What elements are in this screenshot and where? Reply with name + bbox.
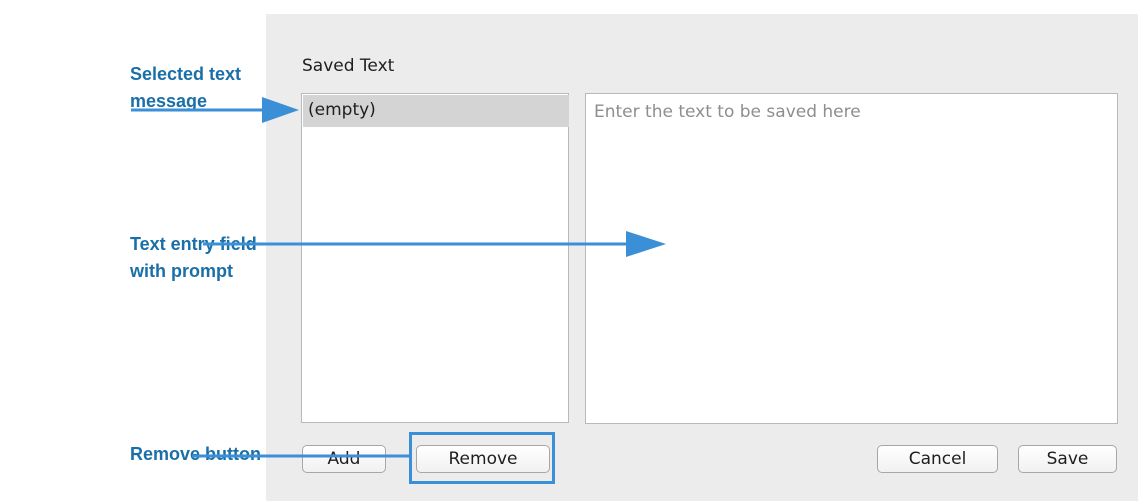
callout-remove-button: Remove button [130, 441, 261, 468]
callout-text-entry: Text entry field with prompt [130, 231, 257, 285]
saved-text-list[interactable]: (empty) [301, 93, 569, 423]
section-title: Saved Text [302, 56, 395, 76]
cancel-button[interactable]: Cancel [877, 445, 998, 473]
remove-button[interactable]: Remove [416, 445, 550, 473]
callout-selected-text-line1: Selected text [130, 64, 242, 84]
callout-selected-text: Selected text message [130, 61, 241, 115]
callout-text-entry-line1: Text entry field [130, 234, 257, 254]
save-button[interactable]: Save [1018, 445, 1117, 473]
callout-selected-text-line2: message [130, 91, 208, 111]
add-button[interactable]: Add [302, 445, 386, 473]
callout-text-entry-line2: with prompt [130, 261, 233, 281]
callout-remove-button-label: Remove button [130, 444, 262, 464]
list-item-selected[interactable]: (empty) [303, 95, 569, 127]
text-entry-field[interactable] [585, 93, 1118, 424]
list-item-label: (empty) [308, 100, 376, 120]
